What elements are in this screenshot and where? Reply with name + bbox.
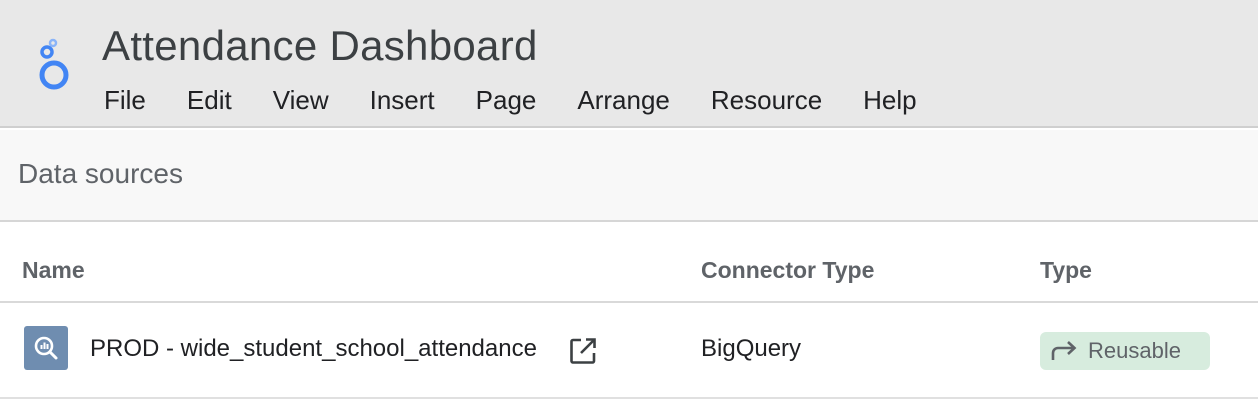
menu-resource[interactable]: Resource <box>711 85 822 116</box>
top-bar: Attendance Dashboard File Edit View Inse… <box>0 0 1258 128</box>
menu-arrange[interactable]: Arrange <box>577 85 670 116</box>
column-header-connector-type[interactable]: Connector Type <box>701 257 874 284</box>
bigquery-icon <box>24 326 68 370</box>
data-source-name[interactable]: PROD - wide_student_school_attendance <box>90 335 537 363</box>
data-sources-header: Data sources <box>0 130 1258 222</box>
report-title[interactable]: Attendance Dashboard <box>102 22 538 70</box>
column-header-type[interactable]: Type <box>1040 257 1092 284</box>
menu-view[interactable]: View <box>273 85 329 116</box>
column-header-name[interactable]: Name <box>22 257 85 284</box>
table-header: Name Connector Type Type <box>0 224 1258 303</box>
menu-page[interactable]: Page <box>476 85 537 116</box>
type-badge: Reusable <box>1040 332 1210 370</box>
looker-studio-logo-icon[interactable] <box>32 36 76 92</box>
menu-file[interactable]: File <box>104 85 146 116</box>
connector-type: BigQuery <box>701 335 802 362</box>
open-in-new-icon[interactable] <box>568 336 598 366</box>
menu-insert[interactable]: Insert <box>370 85 435 116</box>
menu-bar: File Edit View Insert Page Arrange Resou… <box>104 84 958 116</box>
panel-title: Data sources <box>18 158 183 189</box>
menu-edit[interactable]: Edit <box>187 85 232 116</box>
share-arrow-icon <box>1051 341 1077 360</box>
type-label: Reusable <box>1088 338 1181 363</box>
menu-help[interactable]: Help <box>863 85 916 116</box>
table-row[interactable]: PROD - wide_student_school_attendance Bi… <box>0 303 1258 399</box>
